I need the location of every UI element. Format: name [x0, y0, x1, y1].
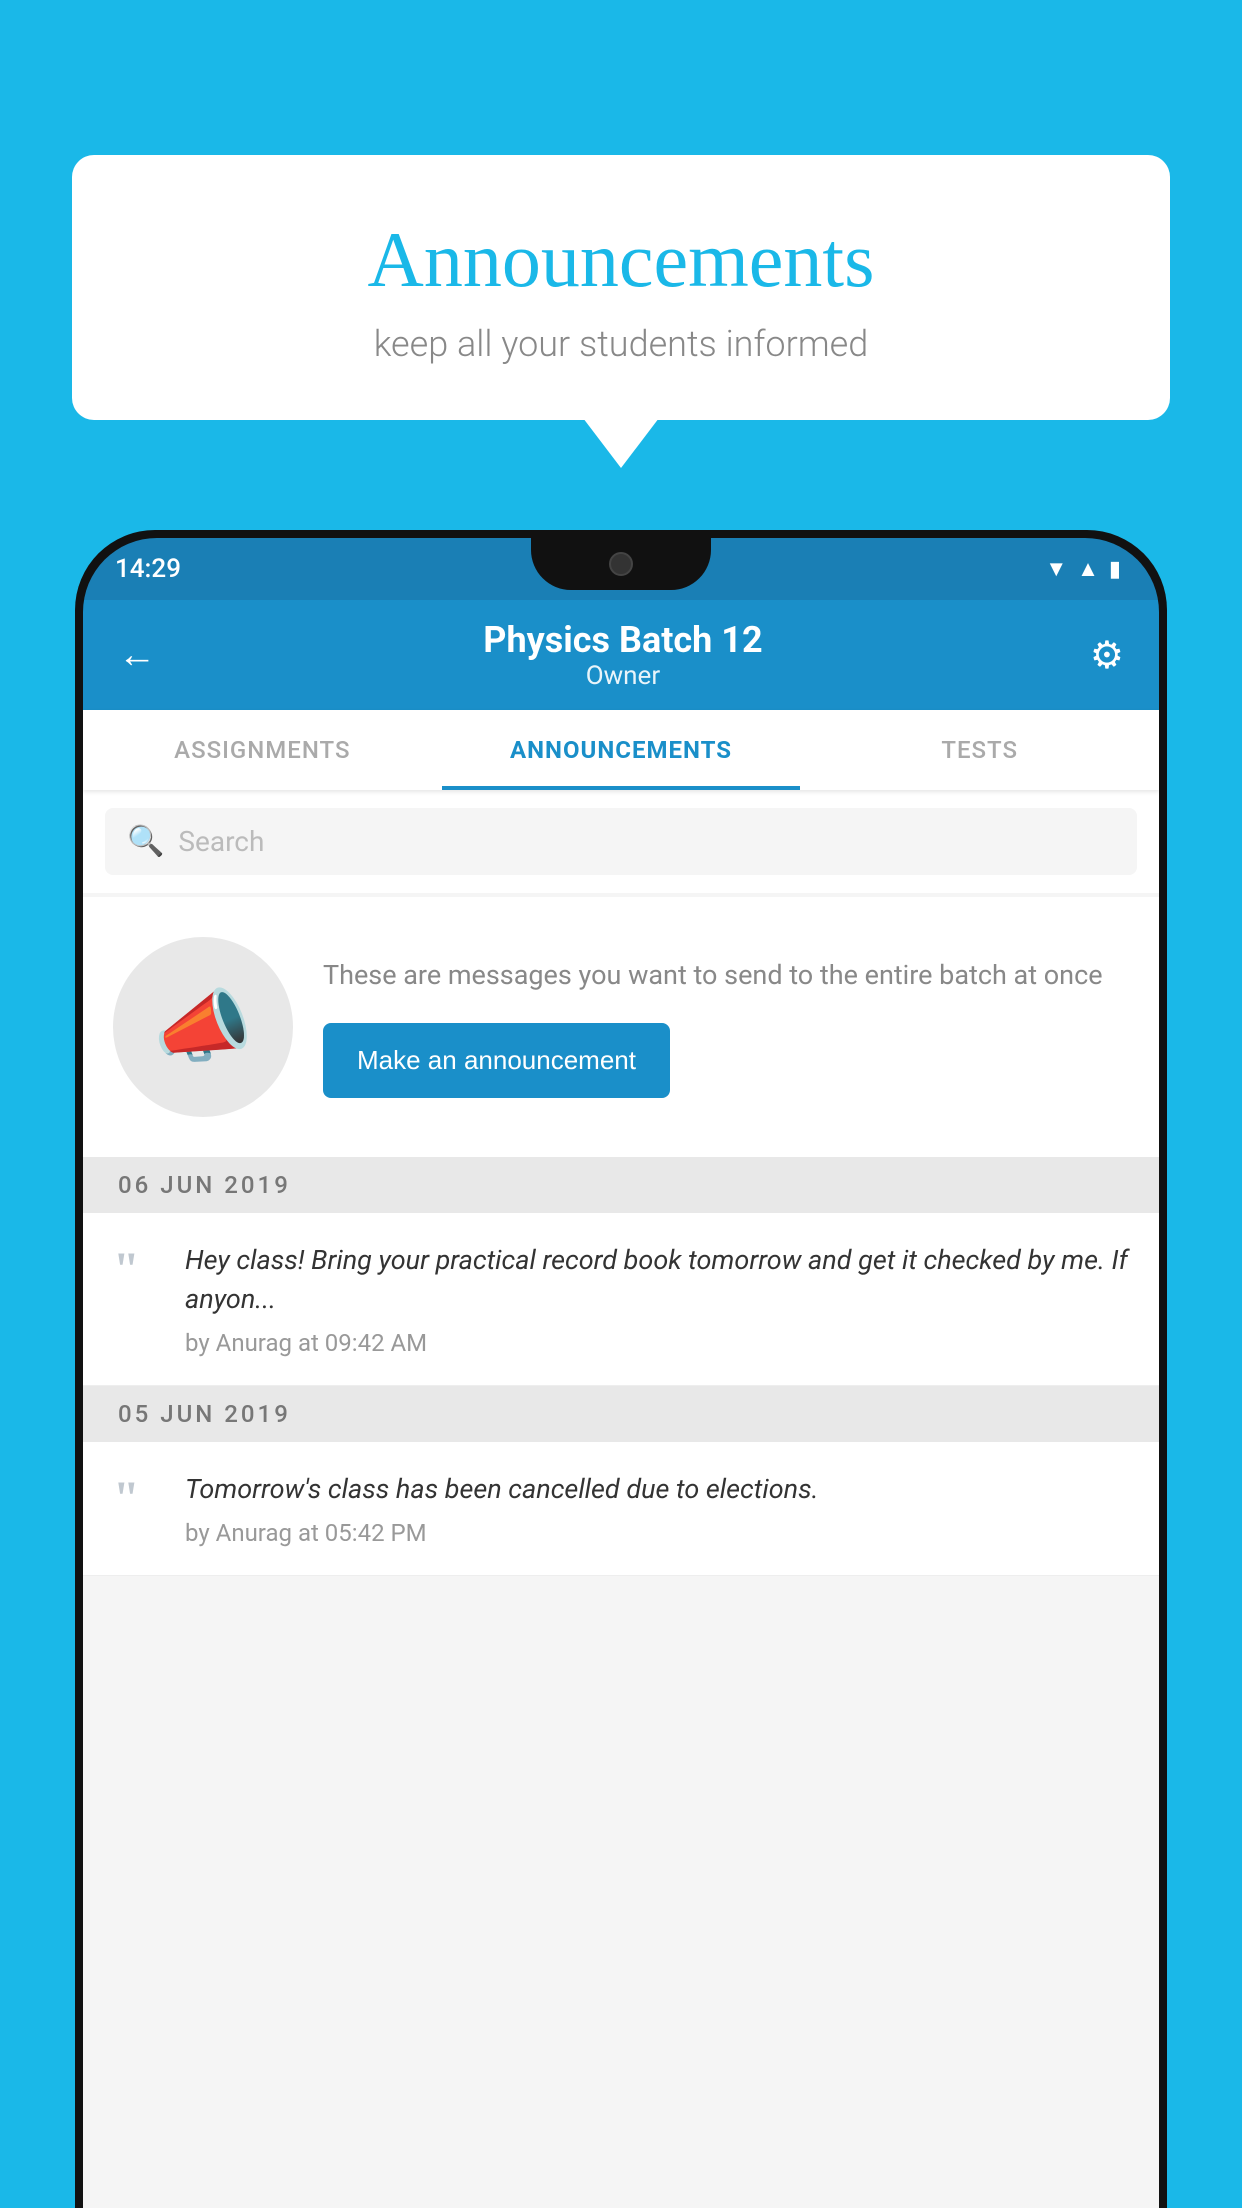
speech-bubble-title: Announcements — [112, 215, 1130, 305]
speech-bubble-container: Announcements keep all your students inf… — [72, 155, 1170, 420]
header-subtitle: Owner — [483, 661, 762, 691]
tab-announcements[interactable]: ANNOUNCEMENTS — [442, 710, 801, 790]
tab-tests[interactable]: TESTS — [800, 710, 1159, 790]
back-button[interactable]: ← — [118, 633, 156, 677]
promo-icon-circle: 📣 — [113, 937, 293, 1117]
announcement-content-2: Tomorrow's class has been cancelled due … — [185, 1470, 1129, 1547]
phone-inner: 14:29 ▼ ▲ ▮ ← Physics Batch 12 Owner ⚙ A… — [83, 538, 1159, 2208]
megaphone-icon: 📣 — [153, 980, 253, 1074]
announcement-meta-2: by Anurag at 05:42 PM — [185, 1519, 1129, 1547]
notch — [531, 538, 711, 590]
settings-icon[interactable]: ⚙ — [1090, 633, 1124, 678]
signal-icon: ▲ — [1077, 556, 1099, 582]
search-icon: 🔍 — [127, 824, 164, 859]
search-bar[interactable]: 🔍 Search — [105, 808, 1137, 875]
tabs-bar: ASSIGNMENTS ANNOUNCEMENTS TESTS — [83, 710, 1159, 790]
status-time: 14:29 — [115, 554, 181, 584]
camera — [609, 552, 633, 576]
quote-icon-2: " — [113, 1475, 163, 1523]
announcement-text-1: Hey class! Bring your practical record b… — [185, 1241, 1129, 1319]
speech-bubble: Announcements keep all your students inf… — [72, 155, 1170, 420]
status-icons: ▼ ▲ ▮ — [1045, 556, 1121, 582]
search-bar-container: 🔍 Search — [83, 790, 1159, 893]
battery-icon: ▮ — [1109, 557, 1121, 582]
date-separator-2: 05 JUN 2019 — [83, 1386, 1159, 1442]
app-header: ← Physics Batch 12 Owner ⚙ — [83, 600, 1159, 710]
date-separator-1: 06 JUN 2019 — [83, 1157, 1159, 1213]
tab-assignments[interactable]: ASSIGNMENTS — [83, 710, 442, 790]
screen-content: 🔍 Search 📣 These are messages you want t… — [83, 790, 1159, 2208]
announcement-text-2: Tomorrow's class has been cancelled due … — [185, 1470, 1129, 1509]
promo-description: These are messages you want to send to t… — [323, 956, 1129, 995]
search-placeholder: Search — [178, 825, 264, 858]
header-title: Physics Batch 12 — [483, 619, 762, 661]
promo-text-section: These are messages you want to send to t… — [323, 956, 1129, 1098]
announcement-promo: 📣 These are messages you want to send to… — [83, 897, 1159, 1157]
announcement-item-1[interactable]: " Hey class! Bring your practical record… — [83, 1213, 1159, 1386]
date-label-2: 05 JUN 2019 — [118, 1400, 291, 1428]
quote-icon-1: " — [113, 1246, 163, 1294]
announcement-meta-1: by Anurag at 09:42 AM — [185, 1329, 1129, 1357]
speech-bubble-subtitle: keep all your students informed — [112, 323, 1130, 365]
header-title-container: Physics Batch 12 Owner — [483, 619, 762, 691]
phone-frame: 14:29 ▼ ▲ ▮ ← Physics Batch 12 Owner ⚙ A… — [75, 530, 1167, 2208]
make-announcement-button[interactable]: Make an announcement — [323, 1023, 670, 1098]
announcement-content-1: Hey class! Bring your practical record b… — [185, 1241, 1129, 1357]
announcement-item-2[interactable]: " Tomorrow's class has been cancelled du… — [83, 1442, 1159, 1576]
date-label-1: 06 JUN 2019 — [118, 1171, 291, 1199]
wifi-icon: ▼ — [1045, 556, 1067, 582]
